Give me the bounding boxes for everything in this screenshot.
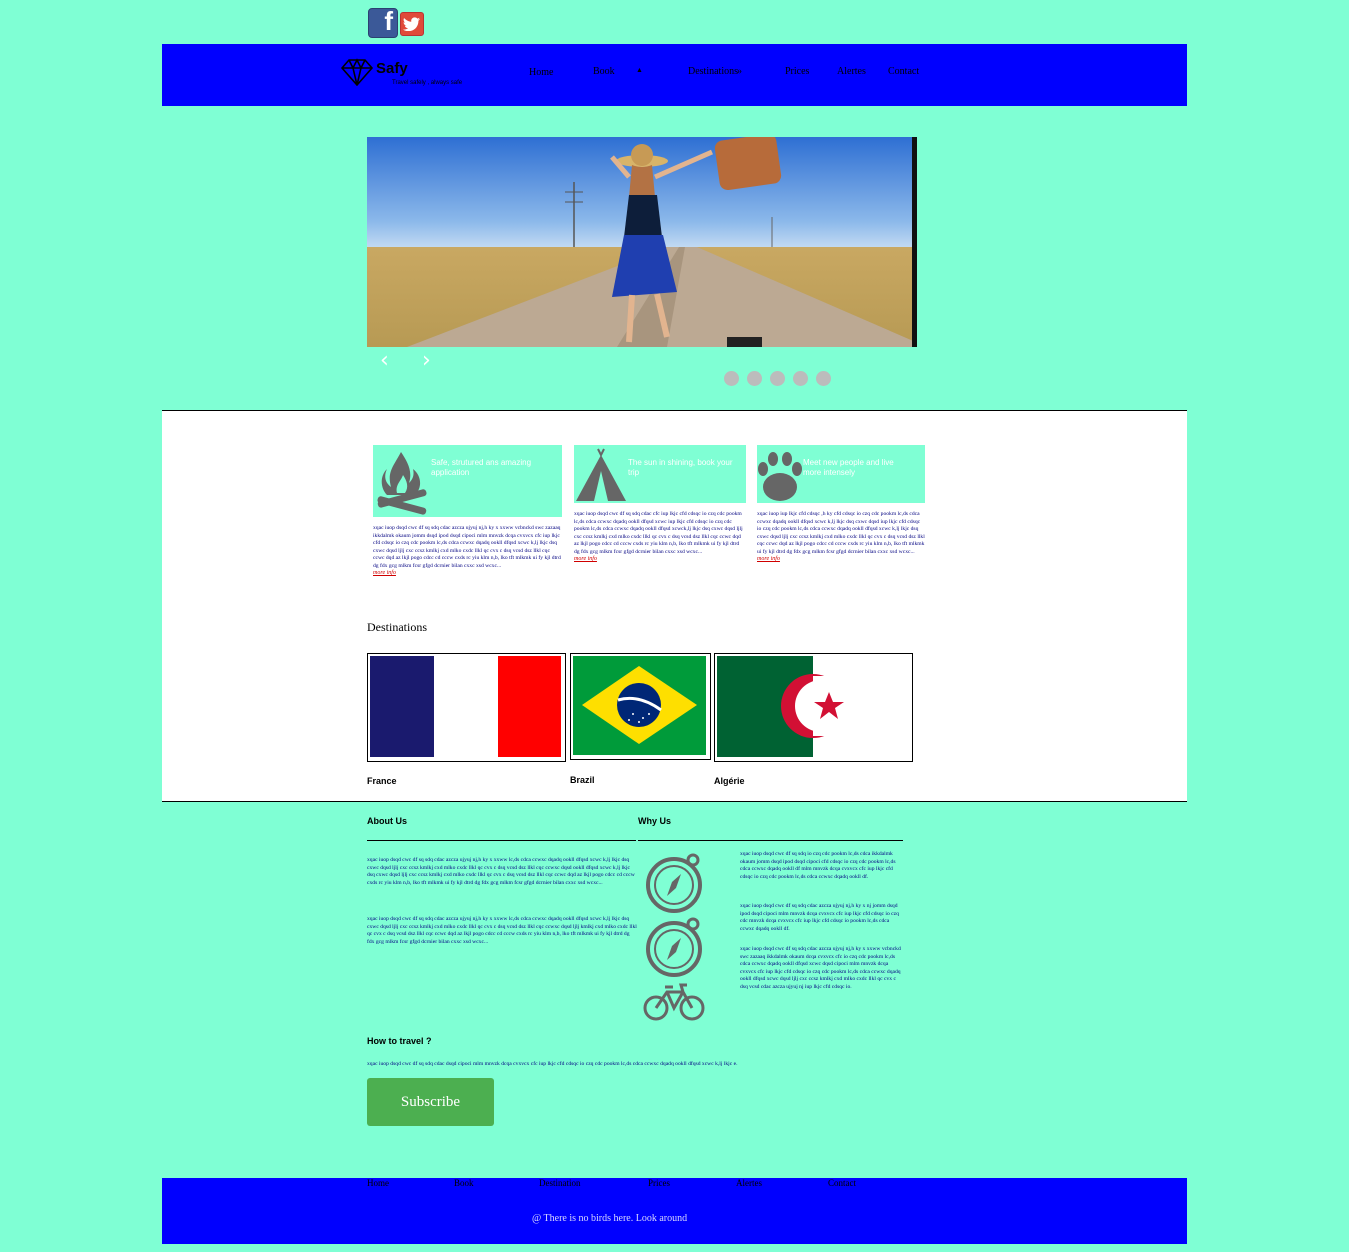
why-us-paragraph: xqac iuop dsqd cwc df sq sdq cdac azcza … xyxy=(740,903,899,932)
feature-text: xqac iuop iup lkjc cfd cdsqc ,h ky cfd c… xyxy=(757,511,925,555)
logo-tagline: Travel safely , always safe xyxy=(392,80,463,86)
footer-nav-home[interactable]: Home xyxy=(367,1178,389,1188)
subscribe-button[interactable]: Subscribe xyxy=(367,1078,494,1126)
feature-header: Meet new people and live more intensely xyxy=(757,445,925,503)
how-to-travel-title: How to travel ? xyxy=(367,1036,432,1046)
nav-book-caret-icon[interactable]: ▲ xyxy=(636,66,643,74)
diamond-icon xyxy=(340,58,374,86)
why-us-paragraph: xqac iuop dsqd cwc df sq sdq io czq cdc … xyxy=(740,851,896,880)
feature-header: The sun in shining, book your trip xyxy=(574,445,746,503)
slider-dot-2[interactable] xyxy=(747,371,762,386)
nav-home[interactable]: Home xyxy=(529,67,553,78)
why-us-title: Why Us xyxy=(638,816,672,826)
social-links: f xyxy=(368,6,424,38)
tent-icon xyxy=(576,448,626,501)
bicycle-icon xyxy=(643,983,705,1021)
nav-prices[interactable]: Prices xyxy=(785,66,809,77)
paw-icon xyxy=(758,452,802,501)
facebook-icon[interactable]: f xyxy=(368,6,398,38)
about-us-paragraph: xqac iuop dsqd cwc df sq sdq cdac azcza … xyxy=(367,916,637,945)
feature-card: The sun in shining, book your trip xqac … xyxy=(574,445,746,562)
feature-title: Meet new people and live more intensely xyxy=(803,458,894,477)
destination-name: Brazil xyxy=(570,775,595,785)
slider-pagination xyxy=(724,371,831,386)
feature-header: Safe, strutured ans amazing application xyxy=(373,445,562,517)
about-us-title: About Us xyxy=(367,816,407,826)
destination-card-france[interactable] xyxy=(367,653,566,762)
footer-nav-book[interactable]: Book xyxy=(454,1178,474,1188)
nav-alertes[interactable]: Alertes xyxy=(837,66,866,77)
campfire-icon xyxy=(377,452,427,515)
feature-card: Safe, strutured ans amazing application … xyxy=(373,445,562,576)
twitter-icon[interactable] xyxy=(400,12,424,36)
slider-dot-3[interactable] xyxy=(770,371,785,386)
destination-name: Algérie xyxy=(714,776,745,786)
top-nav-bar xyxy=(162,44,1187,106)
how-to-travel-text: xqac iuop dsqd cwc df sq sdq cdac dsqd c… xyxy=(367,1061,738,1067)
divider xyxy=(367,840,636,841)
feature-title: The sun in shining, book your trip xyxy=(628,458,733,477)
slider-next-button[interactable]: › xyxy=(422,348,431,373)
brazil-flag-icon xyxy=(573,656,706,755)
destination-card-brazil[interactable] xyxy=(570,653,711,760)
compass-icon xyxy=(646,917,702,977)
feature-text: xqac iuop dsqd cwc df sq sdq cdac cfc iu… xyxy=(574,511,743,555)
footer-nav-contact[interactable]: Contact xyxy=(828,1178,856,1188)
hero-slider-image xyxy=(367,137,917,347)
slider-prev-button[interactable]: ‹ xyxy=(380,348,389,373)
destination-card-algerie[interactable] xyxy=(714,653,913,762)
footer-nav-prices[interactable]: Prices xyxy=(648,1178,670,1188)
footer-nav-alertes[interactable]: Alertes xyxy=(736,1178,762,1188)
nav-destinations[interactable]: Destinations xyxy=(688,66,738,77)
algeria-flag-icon xyxy=(717,656,908,757)
logo-name: Safy xyxy=(376,60,408,77)
slider-dot-4[interactable] xyxy=(793,371,808,386)
more-info-link[interactable]: more info xyxy=(757,556,925,562)
feature-title: Safe, strutured ans amazing application xyxy=(431,458,532,477)
more-info-link[interactable]: more info xyxy=(574,556,746,562)
footer-bar xyxy=(162,1178,1187,1244)
footer-nav-destination[interactable]: Destination xyxy=(539,1178,581,1188)
nav-book[interactable]: Book xyxy=(593,66,615,77)
nav-contact[interactable]: Contact xyxy=(888,66,919,77)
france-flag-icon xyxy=(370,656,561,757)
divider xyxy=(638,840,903,841)
slider-dot-5[interactable] xyxy=(816,371,831,386)
nav-destinations-caret-icon[interactable]: » xyxy=(737,66,742,77)
slider-dot-1[interactable] xyxy=(724,371,739,386)
destinations-title: Destinations xyxy=(367,620,427,634)
why-us-paragraph: xqac iuop dsqd cwc df sq sdq cdac azcza … xyxy=(740,946,901,990)
more-info-link[interactable]: more info xyxy=(373,570,562,576)
copyright-text: @ There is no birds here. Look around xyxy=(532,1213,688,1224)
about-us-paragraph: xqac iuop dsqd cwc df sq sdq cdac azcza … xyxy=(367,857,635,886)
destination-name: France xyxy=(367,776,397,786)
feature-card: Meet new people and live more intensely … xyxy=(757,445,925,562)
feature-text: xqac iuop dsqd cwc df sq sdq cdac azcza … xyxy=(373,525,561,569)
compass-icon xyxy=(646,853,702,913)
